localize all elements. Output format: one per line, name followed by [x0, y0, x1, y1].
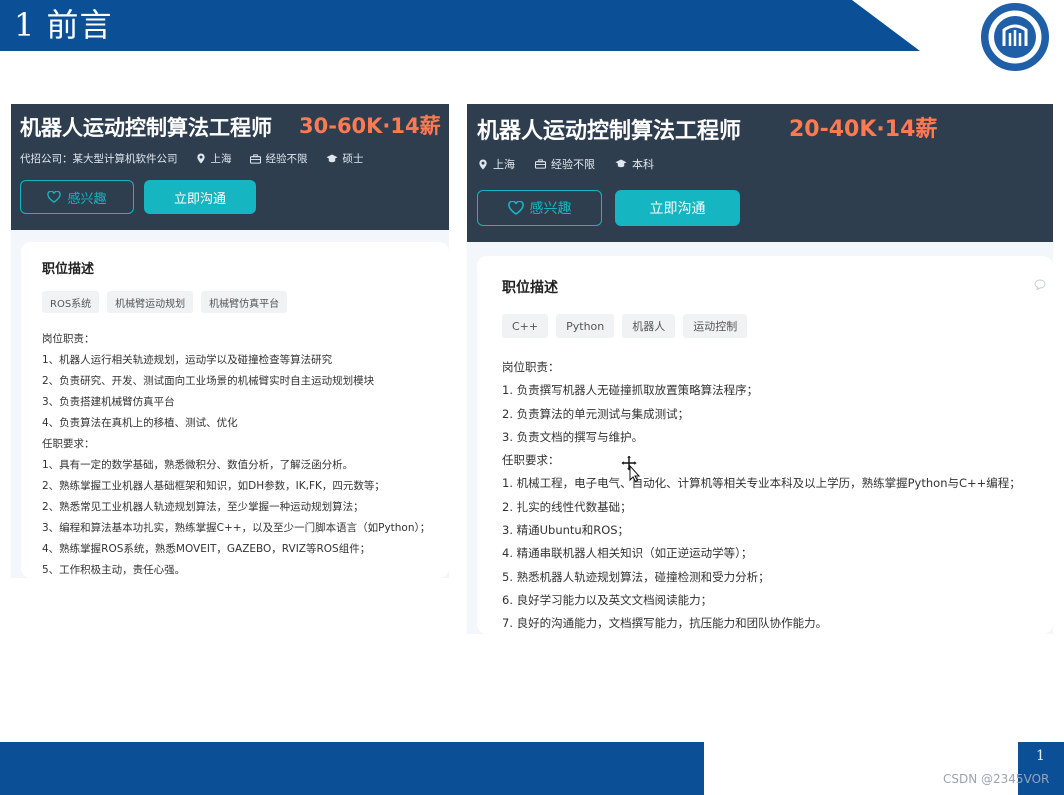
chat-label: 立即沟通 [173, 191, 226, 207]
location: 上海 [196, 151, 232, 166]
watermark: CSDN @2345VOR [943, 772, 1050, 786]
company-name: 代招公司：某大型计算机软件公司 [20, 153, 178, 165]
experience: 经验不限 [249, 151, 308, 166]
location-icon [196, 153, 205, 164]
description-line: 任职要求： [42, 438, 95, 450]
chat-label: 立即沟通 [649, 201, 706, 217]
description-line: 1、机器人运行相关轨迹规划，运动学以及碰撞检查等算法研究 [42, 354, 333, 366]
skill-tag[interactable]: C++ [502, 314, 549, 338]
location-text: 上海 [210, 153, 232, 165]
slide-title: 1 前言 [14, 6, 113, 44]
education: 本科 [615, 156, 654, 172]
description-line: 1. 负责撰写机器人无碰撞抓取放置策略算法程序； [502, 383, 759, 398]
experience-text: 经验不限 [551, 158, 595, 171]
description-line: 5. 熟悉机器人轨迹规划算法，碰撞检测和受力分析； [502, 569, 770, 584]
description-line: 1. 机械工程，电子电气、自动化、计算机等相关专业本科及以上学历，熟练掌握Pyt… [502, 476, 1021, 491]
description-line: 岗位职责： [502, 360, 560, 374]
comment-icon[interactable] [1034, 279, 1046, 290]
heart-icon [47, 191, 62, 203]
chat-now-button[interactable]: 立即沟通 [615, 190, 740, 226]
interest-button[interactable]: 感兴趣 [20, 180, 134, 214]
description-line: 3、负责搭建机械臂仿真平台 [42, 396, 175, 408]
chat-now-button[interactable]: 立即沟通 [144, 180, 256, 214]
section-title: 职位描述 [502, 280, 558, 296]
section-title: 职位描述 [42, 262, 95, 277]
description-line: 2. 扎实的线性代数基础； [502, 499, 632, 514]
description-line: 2、熟悉常见工业机器人轨迹规划算法，至少掌握一种运动规划算法； [42, 501, 364, 513]
skill-tag[interactable]: ROS系统 [42, 291, 100, 313]
briefcase-icon [249, 153, 261, 164]
skill-tag[interactable]: 机械臂仿真平台 [201, 291, 288, 313]
description-line: 3. 负责文档的撰写与维护。 [502, 429, 644, 444]
skill-tags: ROS系统 机械臂运动规划 机械臂仿真平台 [42, 291, 295, 313]
experience: 经验不限 [535, 156, 595, 172]
briefcase-icon [535, 159, 546, 169]
description-line: 1、具有一定的数学基础，熟悉微积分、数值分析，了解泛函分析。 [42, 459, 354, 471]
interest-label: 感兴趣 [529, 201, 572, 217]
page-number: 1 [1036, 748, 1045, 764]
heart-icon [507, 201, 524, 215]
job-description-text: 岗位职责： 1. 负责撰写机器人无碰撞抓取放置策略算法程序； 2. 负责算法的单… [502, 356, 1021, 636]
slide-title-bar [0, 0, 920, 51]
description-line: 5、工作积极主动，责任心强。 [42, 564, 186, 576]
description-line: 6. 良好学习能力以及英文文档阅读能力； [502, 592, 713, 607]
skill-tag[interactable]: Python [556, 314, 615, 338]
description-line: 2、负责研究、开发、测试面向工业场景的机械臂实时自主运动规划模块 [42, 375, 375, 387]
job-title: 机器人运动控制算法工程师 [477, 119, 742, 144]
job-description-text: 岗位职责： 1、机器人运行相关轨迹规划，运动学以及碰撞检查等算法研究 2、负责研… [42, 329, 430, 581]
description-line: 4. 精通串联机器人相关知识（如正逆运动学等）； [502, 546, 753, 561]
description-line: 3、编程和算法基本功扎实，熟练掌握C++，以及至少一门脚本语言（如Python）… [42, 522, 431, 534]
skill-tag[interactable]: 机械臂运动规划 [107, 291, 194, 313]
education-text: 本科 [632, 158, 654, 171]
salary: 30-60K·14薪 [299, 114, 441, 138]
university-logo [981, 3, 1049, 71]
description-line: 4、负责算法在真机上的移植、测试、优化 [42, 417, 238, 429]
location-text: 上海 [493, 158, 515, 171]
description-line: 3. 精通Ubuntu和ROS； [502, 523, 630, 538]
description-line: 任职要求： [502, 453, 560, 468]
description-line: 4、熟练掌握ROS系统，熟悉MOVEIT，GAZEBO，RVIZ等ROS组件； [42, 543, 371, 555]
education-text: 硕士 [342, 153, 364, 165]
graduation-cap-icon [326, 154, 337, 162]
move-cursor-icon [620, 454, 641, 482]
description-line: 2. 负责算法的单元测试与集成测试； [502, 406, 690, 421]
salary: 20-40K·14薪 [789, 117, 938, 142]
description-line: 2、熟练掌握工业机器人基础框架和知识，如DH参数，IK,FK，四元数等； [42, 480, 385, 492]
job-card: 机器人运动控制算法工程师 30-60K·14薪 代招公司：某大型计算机软件公司 … [11, 104, 449, 578]
description-line: 7. 良好的沟通能力，文档撰写能力，抗压能力和团队协作能力。 [502, 616, 828, 631]
skill-tags: C++ Python 机器人 运动控制 [502, 314, 755, 338]
skill-tag[interactable]: 运动控制 [683, 314, 748, 338]
education: 硕士 [326, 151, 364, 166]
interest-label: 感兴趣 [67, 191, 107, 207]
footer-bar [0, 742, 704, 795]
location-icon [479, 158, 487, 170]
job-meta: 代招公司：某大型计算机软件公司 上海 经验不限 硕士 [20, 151, 382, 166]
graduation-cap-icon [615, 159, 627, 168]
experience-text: 经验不限 [265, 153, 308, 165]
job-meta: 上海 经验不限 本科 [478, 156, 674, 172]
job-title: 机器人运动控制算法工程师 [20, 116, 272, 140]
interest-button[interactable]: 感兴趣 [477, 190, 602, 226]
description-line: 岗位职责： [42, 333, 95, 345]
location: 上海 [478, 156, 515, 172]
job-card: 机器人运动控制算法工程师 20-40K·14薪 上海 经验不限 本科 感兴趣 立… [467, 104, 1053, 634]
skill-tag[interactable]: 机器人 [622, 314, 676, 338]
